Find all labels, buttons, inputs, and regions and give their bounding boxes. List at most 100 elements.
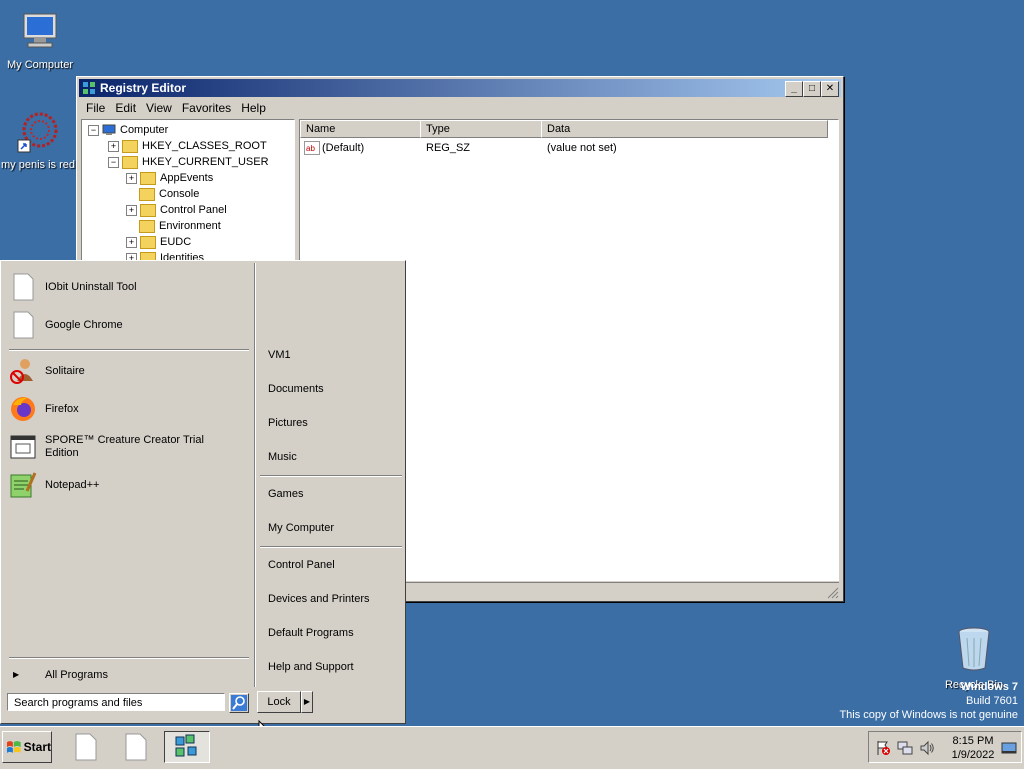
folder-icon [140,235,156,249]
windows-watermark: Windows 7 Build 7601 This copy of Window… [839,680,1018,722]
column-header-data[interactable]: Data [541,120,828,138]
clock-date: 1/9/2022 [951,749,995,761]
start-item-label: SPORE™ Creature Creator Trial Edition [45,434,204,459]
menu-edit[interactable]: Edit [110,99,141,117]
expand-toggle[interactable]: + [108,140,119,152]
computer-icon [23,13,57,48]
start-place-help-support[interactable]: Help and Support [268,661,354,673]
minimize-button[interactable]: _ [785,81,803,97]
network-icon[interactable] [897,740,913,756]
triangle-right-icon: ▶ [13,670,20,679]
table-row[interactable]: ab (Default) REG_SZ (value not set) [304,140,824,156]
watermark-genuine: This copy of Windows is not genuine [839,709,1018,721]
clock-time: 8:15 PM [952,735,994,747]
maximize-button[interactable]: □ [803,81,821,97]
start-item-firefox[interactable]: Firefox [9,395,249,423]
clock[interactable]: 8:15 PM 1/9/2022 [951,734,995,762]
tree-item-environment[interactable]: Environment [139,218,221,234]
tree-item-appevents[interactable]: + AppEvents [126,170,213,186]
taskbar: Start 8:15 PM 1/9/2022 [0,726,1024,769]
column-header-name[interactable]: Name [300,120,421,138]
taskbar-item-document[interactable] [66,731,106,763]
tree-item-computer[interactable]: − Computer [88,122,168,138]
value-type: REG_SZ [426,142,471,154]
folder-icon [139,219,155,233]
expand-toggle[interactable]: + [126,204,137,216]
title-bar[interactable]: Registry Editor _ □ ✕ [79,79,841,97]
tree-item-hkcu[interactable]: − HKEY_CURRENT_USER [108,154,269,170]
close-button[interactable]: ✕ [821,81,839,97]
tree-label: Console [159,188,200,200]
watermark-os: Windows 7 [960,681,1018,693]
start-item-label: Firefox [45,403,79,415]
menu-favorites[interactable]: Favorites [177,99,236,117]
tree-label: AppEvents [160,172,214,184]
divider [9,349,249,351]
menu-help[interactable]: Help [236,99,271,117]
application-window-icon [10,435,36,459]
value-data: (value not set) [547,142,617,154]
desktop-icon-my-computer[interactable]: My Computer [0,10,80,71]
show-desktop-icon[interactable] [1001,740,1017,756]
start-item-label: IObit Uninstall Tool [45,281,137,293]
start-item-google-chrome[interactable]: Google Chrome [9,311,249,339]
start-item-iobit[interactable]: IObit Uninstall Tool [9,273,249,301]
start-place-vm1[interactable]: VM1 [268,349,291,361]
tree-item-control-panel[interactable]: + Control Panel [126,202,227,218]
menu-view[interactable]: View [141,99,177,117]
start-item-label: Notepad++ [45,479,100,491]
folder-icon [140,203,156,217]
svg-text:ab: ab [306,144,315,153]
taskbar-item-document[interactable] [116,731,156,763]
system-tray: 8:15 PM 1/9/2022 [868,731,1022,763]
desktop-icon-label: My Computer [6,59,74,71]
menu-file[interactable]: File [81,99,110,117]
red-flower-icon [17,112,58,153]
start-place-control-panel[interactable]: Control Panel [268,559,335,571]
tree-item-console[interactable]: Console [139,186,199,202]
lock-button[interactable]: Lock [257,691,301,713]
firefox-icon [11,397,35,421]
search-button[interactable] [229,693,249,713]
divider [9,657,249,659]
start-item-notepad-plus-plus[interactable]: Notepad++ [9,471,249,499]
tree-label: HKEY_CURRENT_USER [142,156,269,168]
volume-icon[interactable] [919,740,935,756]
tree-item-hkcr[interactable]: + HKEY_CLASSES_ROOT [108,138,267,154]
collapse-toggle[interactable]: − [108,156,119,168]
document-icon [75,733,97,761]
document-icon [125,733,147,761]
watermark-build: Build 7601 [966,695,1018,707]
start-menu-programs: IObit Uninstall Tool Google Chrome Solit… [3,263,253,687]
search-input[interactable]: Search programs and files [7,693,225,711]
windows-logo-icon [6,741,21,753]
start-place-music[interactable]: Music [268,451,297,463]
tree-label: HKEY_CLASSES_ROOT [142,140,267,152]
start-item-solitaire[interactable]: Solitaire [9,357,249,385]
collapse-toggle[interactable]: − [88,124,99,136]
expand-toggle[interactable]: + [126,236,137,248]
all-programs-button[interactable]: ▶ All Programs [11,667,247,683]
all-programs-label: All Programs [45,669,108,681]
tree-label: Control Panel [160,204,227,216]
taskbar-item-registry-editor[interactable] [164,731,210,763]
start-place-pictures[interactable]: Pictures [268,417,308,429]
expand-toggle[interactable]: + [126,172,137,184]
start-place-my-computer[interactable]: My Computer [268,522,334,534]
action-center-flag-icon[interactable] [875,740,891,756]
start-place-default-programs[interactable]: Default Programs [268,627,354,639]
start-item-spore[interactable]: SPORE™ Creature Creator Trial Edition [9,433,249,461]
regedit-icon [83,82,95,94]
desktop-icon-shortcut[interactable]: my penis is red [0,110,78,171]
string-value-icon: ab [304,141,320,155]
start-place-games[interactable]: Games [268,488,303,500]
start-button[interactable]: Start [2,731,52,763]
lock-options-button[interactable]: ▶ [301,691,313,713]
resize-grip-icon[interactable] [827,587,839,599]
start-place-documents[interactable]: Documents [268,383,324,395]
start-place-devices-printers[interactable]: Devices and Printers [268,593,370,605]
tree-item-eudc[interactable]: + EUDC [126,234,191,250]
start-label: Start [23,740,51,754]
search-icon [231,695,247,711]
column-header-type[interactable]: Type [420,120,542,138]
